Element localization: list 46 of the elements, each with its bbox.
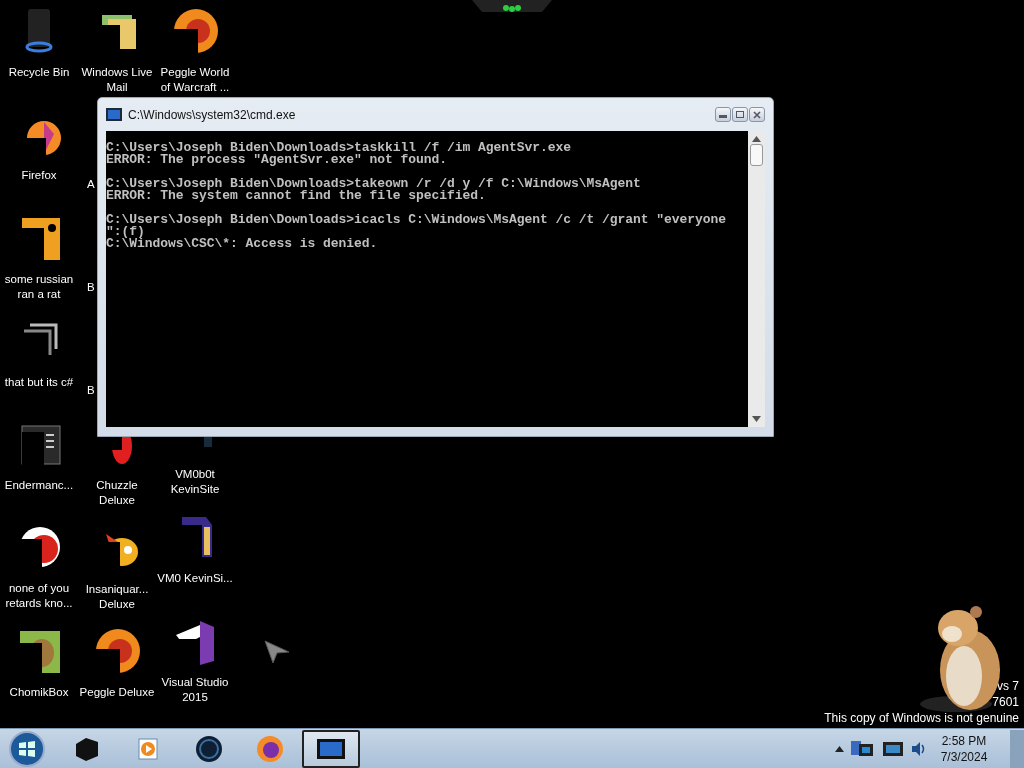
icon-label: Visual Studio 2015 bbox=[160, 675, 230, 705]
console-line: C:\Users\Joseph Biden\Downloads>taskkill /f /im AgentSvr.exe bbox=[106, 142, 573, 154]
maximize-button[interactable] bbox=[732, 107, 748, 122]
scrollbar[interactable] bbox=[748, 131, 765, 427]
icon-label: Peggle World of Warcraft ... bbox=[159, 65, 231, 95]
scroll-thumb[interactable] bbox=[750, 144, 763, 166]
watermark-text: This copy of Windows is not genuine bbox=[824, 710, 1019, 726]
fox-icon bbox=[255, 733, 285, 764]
scroll-up-icon bbox=[752, 136, 761, 142]
console-line: C:\Windows\CSC\*: Access is denied. bbox=[106, 238, 379, 250]
icon-label: that but its c# bbox=[3, 374, 75, 390]
minimize-button[interactable] bbox=[715, 107, 731, 122]
maximize-icon bbox=[736, 111, 744, 118]
icon-label: VM0b0t KevinSite bbox=[169, 467, 221, 497]
icon-label: Insaniquar... Deluxe bbox=[84, 581, 150, 612]
icon-label: Endermanc... bbox=[3, 478, 75, 494]
taskbar-button[interactable] bbox=[302, 729, 360, 768]
globe-icon bbox=[194, 733, 224, 764]
icon-label: B bbox=[86, 279, 96, 295]
close-button[interactable] bbox=[749, 107, 765, 122]
icon-label: none of you retards kno... bbox=[4, 581, 74, 612]
icon-label: VM0 KevinSi... bbox=[156, 571, 234, 586]
watermark-text: 7601 bbox=[992, 694, 1019, 710]
clock-time: 2:58 PM bbox=[941, 732, 987, 749]
icon-label: Peggle Deluxe bbox=[78, 684, 156, 700]
console-line: C:\Users\Joseph Biden\Downloads>icacls C:\Windows\MsAgent /c /t /grant "everyone bbox=[106, 214, 728, 226]
clock-date: 7/3/2024 bbox=[940, 748, 988, 765]
watermark-text: vs 7 bbox=[997, 678, 1019, 694]
cursor-icon bbox=[264, 640, 290, 664]
console-line: C:\Users\Joseph Biden\Downloads>takeown /r /d y /f C:\Windows\MsAgent bbox=[106, 178, 642, 190]
icon-label: Chuzzle Deluxe bbox=[95, 478, 139, 509]
scroll-down-icon bbox=[752, 416, 761, 422]
icon-label: ChomikBox bbox=[8, 684, 70, 700]
icon-label: B bbox=[86, 383, 96, 399]
window-title: C:\Windows\system32\cmd.exe bbox=[128, 107, 297, 122]
icon-label: Firefox bbox=[20, 168, 58, 184]
speaker-icon[interactable] bbox=[910, 740, 926, 757]
icon-label: Windows Live Mail bbox=[80, 65, 154, 95]
console-line: ":(f) bbox=[106, 226, 145, 238]
console-line: ERROR: The process "AgentSvr.exe" not found. bbox=[106, 154, 449, 166]
icon-label: Recycle Bin bbox=[7, 65, 71, 80]
tray-expand-icon[interactable] bbox=[835, 745, 844, 752]
console-app-icon bbox=[106, 108, 122, 121]
console-line: ERROR: The system cannot find the file specified. bbox=[106, 190, 487, 202]
icon-label: some russian ran a rat bbox=[3, 271, 75, 302]
close-icon bbox=[753, 110, 761, 119]
